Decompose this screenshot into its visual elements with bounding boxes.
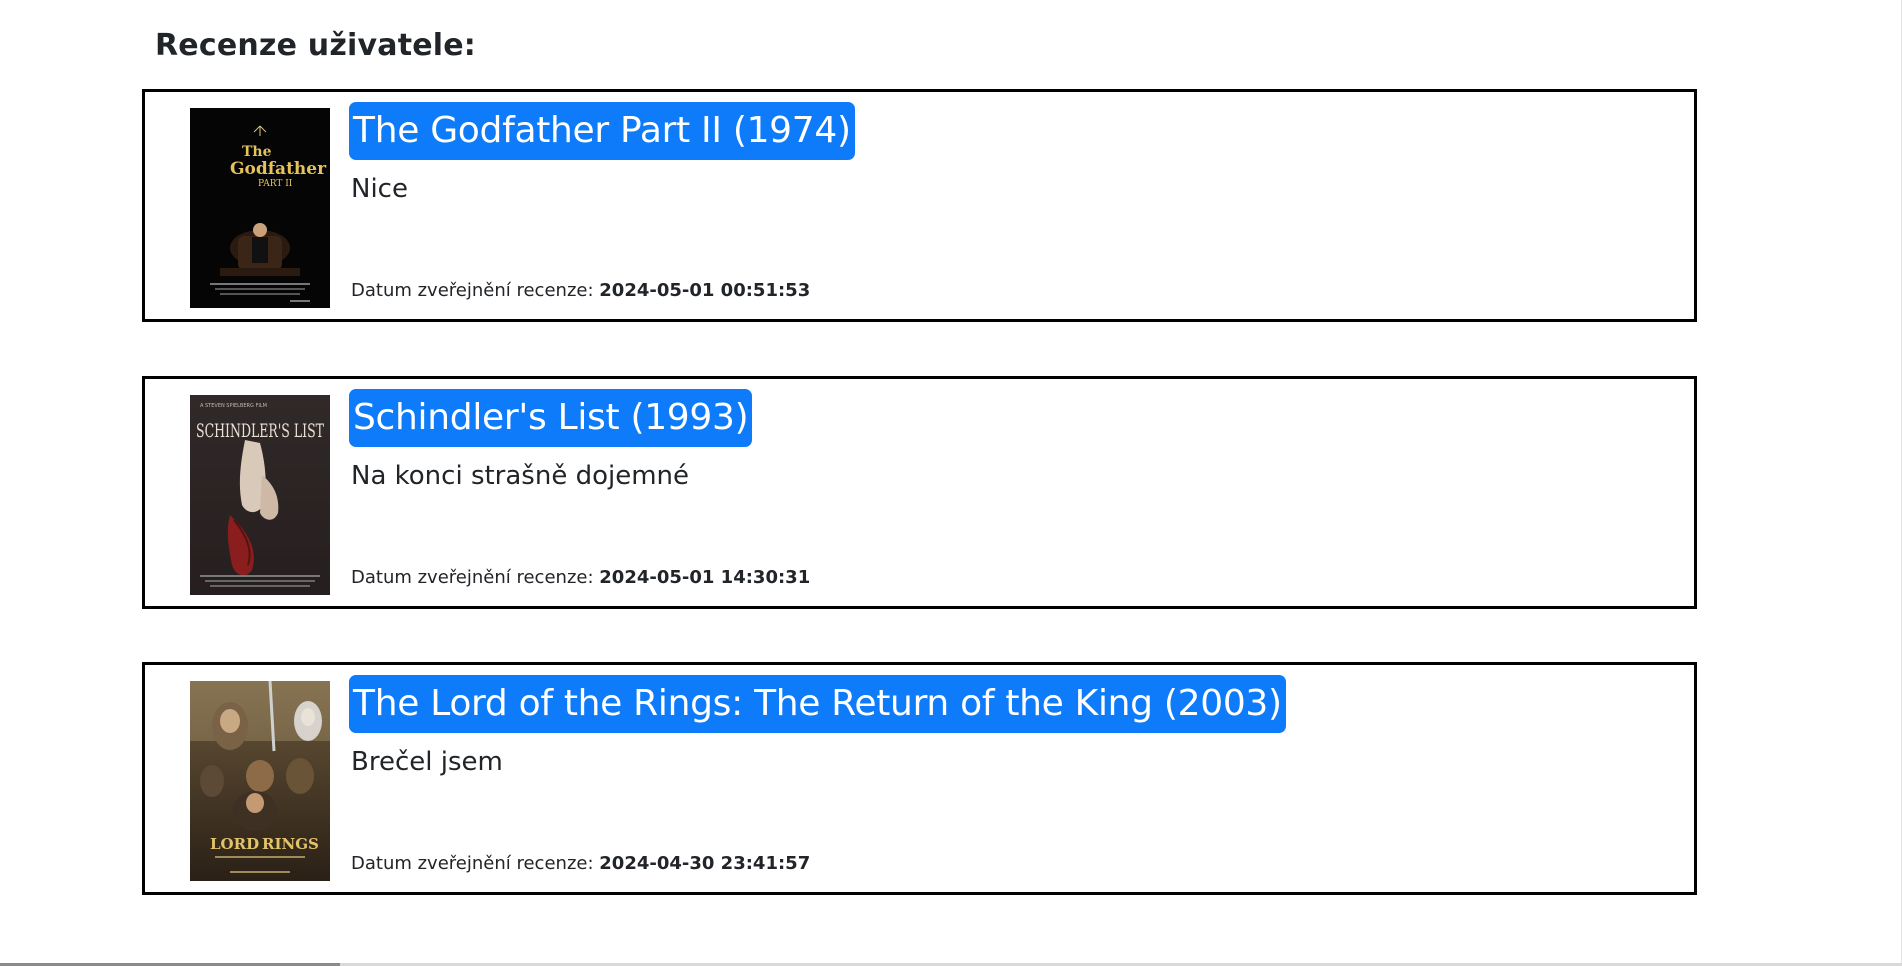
date-value: 2024-05-01 00:51:53 <box>599 280 811 301</box>
date-value: 2024-04-30 23:41:57 <box>599 853 811 874</box>
movie-title-link[interactable]: The Lord of the Rings: The Return of the… <box>349 675 1286 733</box>
godfather-poster[interactable]: The Godfather PART II <box>190 108 330 308</box>
svg-text:A STEVEN SPIELBERG FILM: A STEVEN SPIELBERG FILM <box>200 403 267 409</box>
svg-text:LORD: LORD <box>210 835 259 853</box>
movie-title-link[interactable]: Schindler's List (1993) <box>349 389 753 447</box>
svg-text:PART II: PART II <box>258 179 293 189</box>
review-date: Datum zveřejnění recenze: 2024-05-01 00:… <box>351 280 810 301</box>
svg-text:Godfather: Godfather <box>230 159 327 179</box>
svg-text:RINGS: RINGS <box>262 835 319 853</box>
movie-title-link[interactable]: The Godfather Part II (1974) <box>349 102 855 160</box>
review-text: Nice <box>351 174 408 204</box>
review-card: A STEVEN SPIELBERG FILM SCHINDLER'S LIST… <box>142 376 1697 609</box>
review-card: LORD RINGS The Lord of the Rings: The Re… <box>142 662 1697 895</box>
page: Recenze uživatele: The Godfather PART II <box>0 0 1902 966</box>
date-value: 2024-05-01 14:30:31 <box>599 567 811 588</box>
lotr-return-of-the-king-poster[interactable]: LORD RINGS <box>190 681 330 881</box>
review-card: The Godfather PART II The Godfather Part… <box>142 89 1697 322</box>
svg-text:SCHINDLER'S LIST: SCHINDLER'S LIST <box>196 420 324 442</box>
section-title: Recenze uživatele: <box>155 28 477 63</box>
date-label: Datum zveřejnění recenze: <box>351 567 594 588</box>
review-date: Datum zveřejnění recenze: 2024-04-30 23:… <box>351 853 810 874</box>
date-label: Datum zveřejnění recenze: <box>351 853 594 874</box>
svg-text:The: The <box>242 144 272 160</box>
schindlers-list-poster[interactable]: A STEVEN SPIELBERG FILM SCHINDLER'S LIST <box>190 395 330 595</box>
review-text: Brečel jsem <box>351 747 503 777</box>
review-text: Na konci strašně dojemné <box>351 461 690 491</box>
review-date: Datum zveřejnění recenze: 2024-05-01 14:… <box>351 567 810 588</box>
date-label: Datum zveřejnění recenze: <box>351 280 594 301</box>
